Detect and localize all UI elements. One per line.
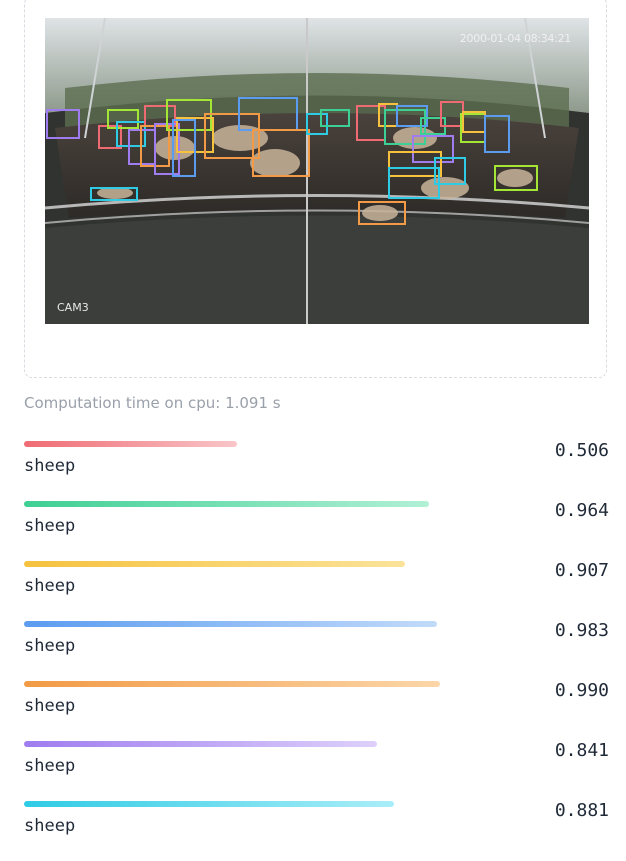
confidence-bar	[24, 741, 377, 747]
camera-label: CAM3	[57, 301, 89, 314]
computation-time: Computation time on cpu: 1.091 s	[24, 394, 281, 412]
result-label: sheep	[24, 696, 76, 716]
confidence-bar	[24, 681, 440, 687]
confidence-bar	[24, 561, 405, 567]
result-label: sheep	[24, 756, 76, 776]
result-row: sheep 0.506	[24, 441, 609, 501]
confidence-bar	[24, 801, 394, 807]
confidence-bar	[24, 441, 237, 447]
camera-timestamp: 2000-01-04 08:34:21	[459, 32, 571, 45]
result-row: sheep 0.907	[24, 561, 609, 621]
result-row: sheep 0.841	[24, 741, 609, 801]
detection-image: 2000-01-04 08:34:21 CAM3	[45, 18, 589, 324]
confidence-bar	[24, 501, 429, 507]
result-score: 0.907	[554, 560, 609, 581]
confidence-bar	[24, 621, 437, 627]
result-score: 0.881	[554, 800, 609, 821]
result-row: sheep 0.881	[24, 801, 609, 861]
result-score: 0.964	[554, 500, 609, 521]
barn-scene	[45, 18, 589, 324]
result-row: sheep 0.983	[24, 621, 609, 681]
result-row: sheep 0.990	[24, 681, 609, 741]
result-label: sheep	[24, 816, 76, 836]
result-label: sheep	[24, 456, 76, 476]
result-score: 0.506	[554, 440, 609, 461]
result-score: 0.841	[554, 740, 609, 761]
result-score: 0.983	[554, 620, 609, 641]
confidence-results-list: sheep 0.506 sheep 0.964 sheep 0.907 shee…	[24, 441, 609, 861]
result-label: sheep	[24, 636, 76, 656]
result-label: sheep	[24, 576, 76, 596]
result-label: sheep	[24, 516, 76, 536]
result-row: sheep 0.964	[24, 501, 609, 561]
result-score: 0.990	[554, 680, 609, 701]
